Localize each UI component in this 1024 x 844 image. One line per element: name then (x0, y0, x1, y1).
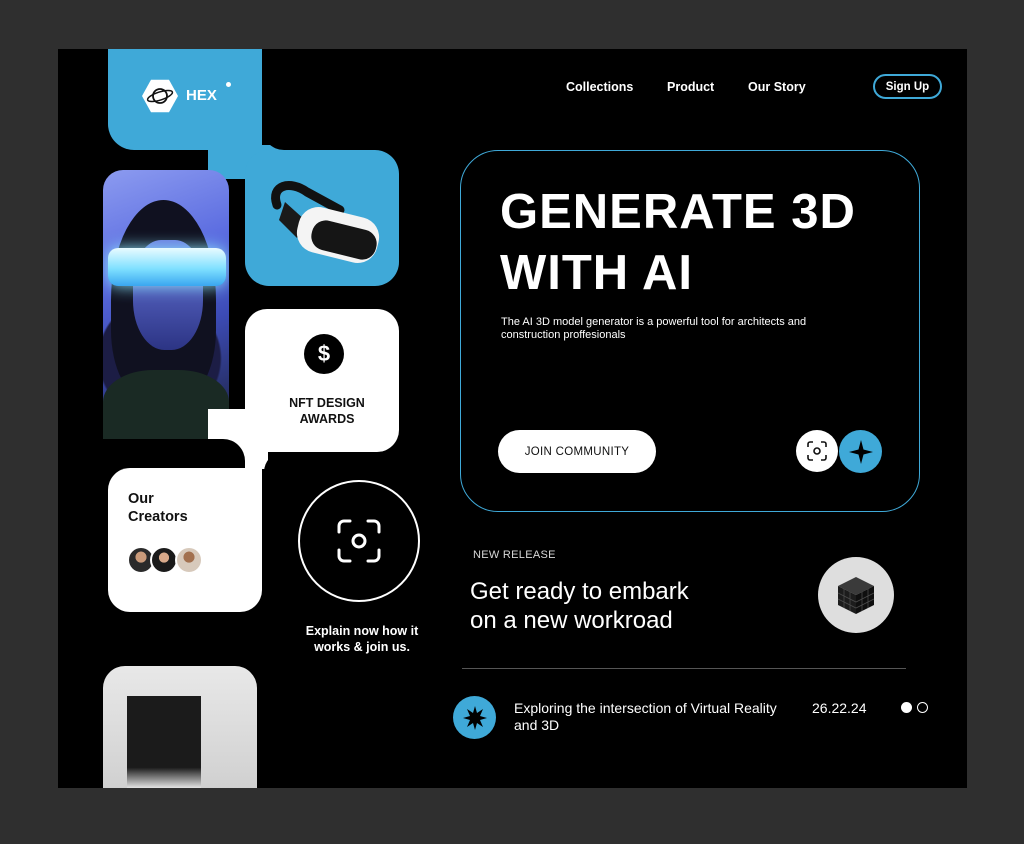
article-title[interactable]: Exploring the intersection of Virtual Re… (514, 700, 784, 734)
new-release-label: NEW RELEASE (473, 549, 556, 561)
nft-awards-title: NFT DESIGN AWARDS (289, 396, 365, 426)
sign-up-button[interactable]: Sign Up (873, 74, 942, 99)
article-date: 26.22.24 (812, 700, 867, 716)
sparkle-icon (848, 439, 873, 464)
scan-icon (337, 519, 381, 563)
cube-icon (837, 577, 875, 614)
hero-title: GENERATE 3D WITH AI (500, 185, 856, 300)
card-notch (264, 452, 309, 472)
avatar[interactable] (150, 546, 178, 574)
nav-collections[interactable]: Collections (566, 80, 633, 94)
brand-name[interactable]: HEX (186, 87, 217, 104)
sparkle-button[interactable] (839, 430, 882, 473)
creators-title: Our Creators (128, 491, 188, 525)
scan-icon (807, 441, 827, 461)
logo-dot (226, 82, 231, 87)
release-title: Get ready to embark on a new workroad (470, 578, 689, 634)
pager-dot-active[interactable] (901, 702, 912, 713)
sculpture-image (103, 666, 257, 788)
pager-dot[interactable] (917, 702, 928, 713)
divider (462, 668, 906, 669)
scan-button[interactable] (298, 480, 420, 602)
explain-text: Explain now how it works & join us. (305, 624, 419, 654)
cube-thumbnail[interactable] (818, 557, 894, 633)
starburst-icon (462, 705, 487, 730)
vr-woman-photo (103, 170, 229, 439)
scan-button-small[interactable] (796, 430, 838, 472)
nav-product[interactable]: Product (667, 80, 714, 94)
hero-subtitle: The AI 3D model generator is a powerful … (501, 316, 807, 341)
join-community-button[interactable]: JOIN COMMUNITY (498, 430, 656, 473)
nft-awards-card[interactable] (245, 309, 399, 452)
tile-notch (262, 109, 307, 150)
nav-our-story[interactable]: Our Story (748, 80, 806, 94)
badge-icon-button[interactable] (453, 696, 496, 739)
landing-page: HEX Collections Product Our Story Sign U… (58, 49, 967, 788)
vr-headset-tile (245, 150, 399, 286)
vr-headset-image (271, 181, 380, 263)
avatar[interactable] (175, 546, 203, 574)
dollar-icon: $ (304, 334, 344, 374)
